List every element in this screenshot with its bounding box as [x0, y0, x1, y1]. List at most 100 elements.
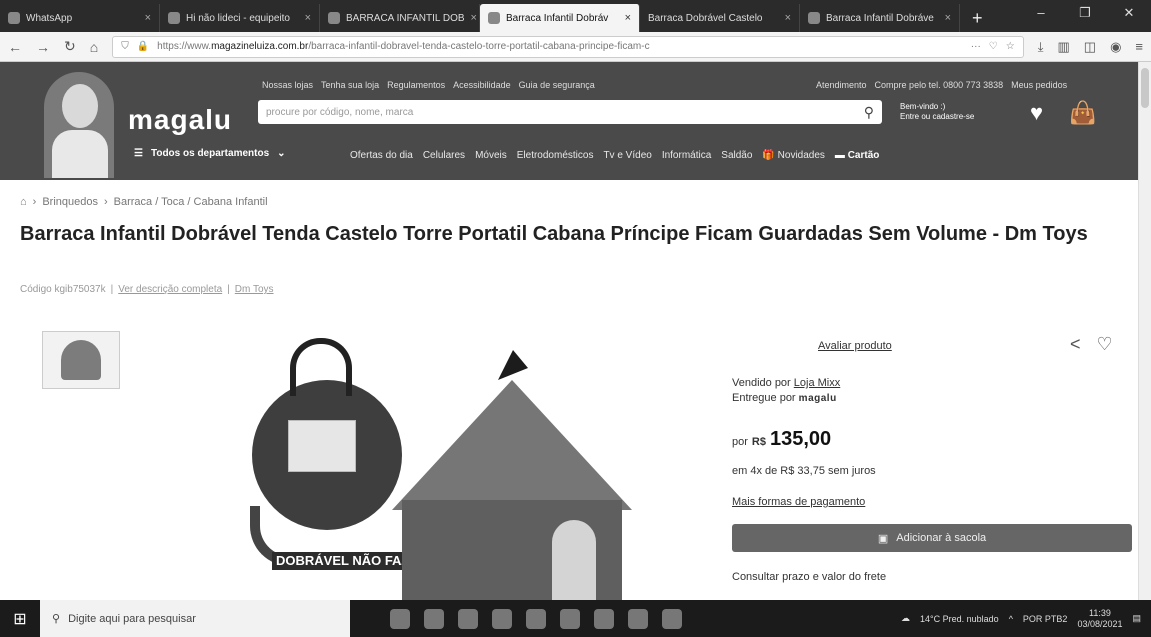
weather-icon: ☁	[901, 613, 911, 623]
reload-icon[interactable]: ↻	[64, 38, 76, 55]
card-icon: ▬	[834, 150, 845, 161]
more-payment-link[interactable]: Mais formas de pagamento	[732, 496, 865, 508]
menu-item[interactable]: Saldão	[721, 150, 752, 161]
top-link[interactable]: Guia de segurança	[519, 80, 595, 90]
menu-item[interactable]: Informática	[662, 150, 711, 161]
app-icon[interactable]	[424, 608, 444, 629]
top-link[interactable]: Compre pelo tel. 0800 773 3838	[875, 80, 1004, 90]
browser-toolbar-right: ⤓ ▥ ◫ ◉ ≡	[1038, 39, 1143, 55]
close-icon[interactable]: ×	[785, 12, 791, 24]
chevron-up-icon[interactable]: ^	[1009, 614, 1013, 624]
menu-item[interactable]: Tv e Vídeo	[603, 150, 651, 161]
close-icon[interactable]: ×	[145, 12, 151, 24]
top-link[interactable]: Nossas lojas	[262, 80, 313, 90]
weather-text[interactable]: 14°C Pred. nublado	[920, 614, 999, 624]
wishlist-heart-icon[interactable]: ♥	[1030, 100, 1043, 126]
menu-item[interactable]: Móveis	[475, 150, 507, 161]
description-link[interactable]: Ver descrição completa	[118, 284, 222, 295]
language-indicator[interactable]: POR PTB2	[1023, 614, 1068, 624]
close-icon[interactable]: ×	[305, 12, 311, 24]
mascot-face	[62, 84, 98, 128]
product-thumbnail[interactable]	[42, 331, 120, 389]
close-icon[interactable]: ×	[945, 12, 951, 24]
tab-2[interactable]: Hi não lideci - equipeito ×	[160, 4, 320, 32]
url-bar[interactable]: ⛉ 🔒 https://www.magazineluiza.com.br/bar…	[112, 35, 1024, 58]
menu-item[interactable]: Celulares	[423, 150, 465, 161]
home-icon[interactable]: ⌂	[20, 196, 27, 208]
mascot-shirt	[52, 130, 108, 178]
top-link[interactable]: Acessibilidade	[453, 80, 511, 90]
tab-favicon-icon	[168, 12, 180, 24]
magalu-logo[interactable]: magalu	[128, 104, 232, 136]
scrollbar-thumb[interactable]	[1141, 68, 1149, 108]
clock[interactable]: 11:39 03/08/2021	[1077, 608, 1122, 630]
back-icon[interactable]: ←	[8, 39, 22, 55]
forward-icon[interactable]: →	[36, 39, 50, 55]
library-icon[interactable]: ▥	[1057, 39, 1069, 55]
cartao-menu-item[interactable]: ▬ Cartão	[835, 150, 879, 161]
home-icon[interactable]: ⌂	[90, 39, 98, 55]
chevron-right-icon: ›	[32, 196, 37, 208]
firefox-icon[interactable]	[662, 608, 682, 629]
tab-active[interactable]: Barraca Infantil Dobráv ×	[480, 4, 640, 32]
magalu-favicon-icon	[488, 12, 500, 24]
page-scrollbar[interactable]	[1138, 62, 1151, 600]
more-icon[interactable]: ···	[971, 41, 981, 52]
bookmark-star-icon[interactable]: ☆	[1006, 41, 1015, 52]
file-explorer-icon[interactable]	[458, 608, 478, 629]
minimize-icon[interactable]: –	[1019, 0, 1063, 28]
notification-icon[interactable]: ▤	[1132, 613, 1141, 624]
maximize-icon[interactable]: ❐	[1063, 0, 1107, 28]
share-actions: < ♡	[1070, 334, 1113, 355]
seller-link[interactable]: Loja Mixx	[794, 377, 840, 389]
product-main-image[interactable]: DOBRÁVEL NÃO FAZ VOLUME	[240, 330, 710, 600]
windows-start-icon[interactable]: ⊞	[0, 609, 40, 629]
top-link[interactable]: Tenha sua loja	[321, 80, 379, 90]
top-link[interactable]: Regulamentos	[387, 80, 445, 90]
download-icon[interactable]: ⤓	[1038, 39, 1044, 55]
departments-menu[interactable]: ☰ Todos os departamentos ⌄	[134, 148, 286, 159]
tab-3[interactable]: BARRACA INFANTIL DOB ×	[320, 4, 480, 32]
app-icon[interactable]	[492, 608, 512, 629]
login-link[interactable]: Bem-vindo :) Entre ou cadastre-se	[900, 102, 974, 122]
top-link[interactable]: Atendimento	[816, 80, 867, 90]
pocket-icon[interactable]: ♡	[989, 41, 998, 52]
tab-5[interactable]: Barraca Dobrável Castelo ×	[640, 4, 800, 32]
search-icon: ⚲	[52, 613, 61, 625]
brand-link[interactable]: Dm Toys	[235, 284, 274, 295]
search-input[interactable]: procure por código, nome, marca ⚲	[258, 100, 882, 124]
app-icon[interactable]	[560, 608, 580, 629]
share-icon[interactable]: <	[1070, 334, 1081, 355]
breadcrumb-item[interactable]: Barraca / Toca / Cabana Infantil	[114, 196, 268, 208]
breadcrumb-item[interactable]: Brinquedos	[42, 196, 98, 208]
heart-outline-icon[interactable]: ♡	[1097, 334, 1113, 355]
close-icon[interactable]: ×	[471, 12, 477, 24]
menu-item[interactable]: Ofertas do dia	[350, 150, 413, 161]
tab-whatsapp[interactable]: WhatsApp ×	[0, 4, 160, 32]
package-image	[288, 420, 356, 472]
task-view-icon[interactable]	[390, 608, 410, 629]
rate-product-link[interactable]: Avaliar produto	[818, 340, 892, 352]
bag-strap	[290, 338, 352, 396]
app-icon[interactable]	[526, 608, 546, 629]
extension-icon[interactable]: ◉	[1110, 39, 1121, 55]
product-code: Código kgib75037k	[20, 284, 106, 295]
sidebar-icon[interactable]: ◫	[1084, 39, 1096, 55]
taskbar-search-input[interactable]: ⚲ Digite aqui para pesquisar	[40, 600, 350, 637]
shopping-bag-icon[interactable]: 👜	[1069, 100, 1096, 126]
menu-item[interactable]: Eletrodomésticos	[517, 150, 594, 161]
new-tab-button[interactable]: +	[960, 4, 995, 32]
close-window-icon[interactable]: ✕	[1107, 0, 1151, 28]
close-icon[interactable]: ×	[625, 12, 631, 24]
novidades-menu-item[interactable]: 🎁 Novidades	[762, 150, 825, 161]
tab-6[interactable]: Barraca Infantil Dobráve ×	[800, 4, 960, 32]
top-link[interactable]: Meus pedidos	[1011, 80, 1067, 90]
tent-image	[392, 350, 632, 600]
search-icon[interactable]: ⚲	[864, 104, 874, 121]
app-icon[interactable]	[594, 608, 614, 629]
edge-icon[interactable]	[628, 608, 648, 629]
shipping-label: Consultar prazo e valor do frete	[732, 571, 887, 583]
gift-icon: 🎁	[762, 150, 775, 161]
menu-icon[interactable]: ≡	[1135, 39, 1143, 55]
add-to-bag-button[interactable]: ▣ Adicionar à sacola	[732, 524, 1132, 552]
